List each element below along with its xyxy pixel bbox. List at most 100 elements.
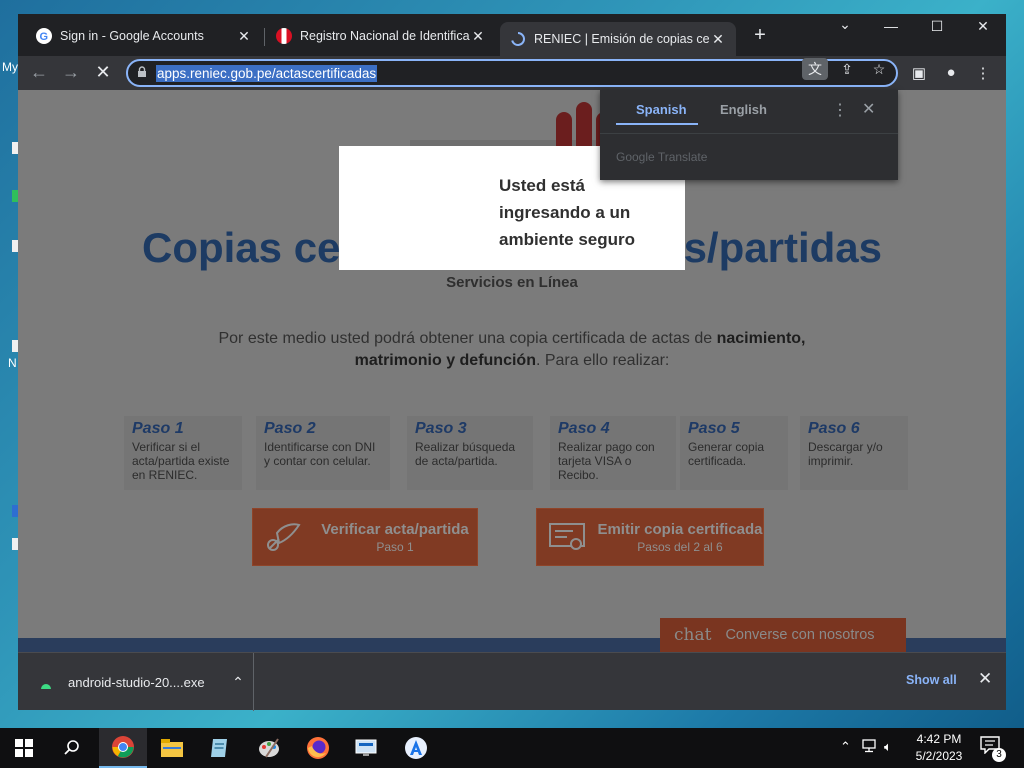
windows-start-icon[interactable] — [0, 728, 48, 768]
side-panel-icon[interactable]: ▣ — [908, 64, 930, 82]
system-clock[interactable]: 4:42 PM 5/2/2023 — [904, 731, 974, 765]
step-card: Paso 2 Identificarse con DNI y contar co… — [256, 416, 390, 490]
close-window-button[interactable]: ✕ — [968, 18, 998, 35]
intro-tail: . Para ello realizar: — [535, 352, 670, 369]
translate-icon[interactable]: 文 — [802, 58, 828, 80]
cta-label: Emitir copia certificada — [597, 520, 763, 538]
tab-separator — [264, 28, 265, 46]
chevron-up-icon[interactable]: ⌃ — [840, 739, 851, 755]
divider — [600, 133, 898, 134]
close-icon[interactable]: ✕ — [470, 28, 486, 45]
emit-certified-copy-button[interactable]: Emitir copia certificada Pasos del 2 al … — [536, 508, 764, 566]
close-icon[interactable]: ✕ — [710, 31, 726, 48]
chat-word: chat — [674, 625, 712, 645]
close-icon[interactable]: ✕ — [236, 28, 252, 45]
close-icon[interactable]: ✕ — [978, 669, 992, 689]
step-title: Paso 2 — [264, 420, 316, 437]
step-desc: Generar copia certificada. — [688, 440, 765, 468]
chrome-icon[interactable] — [99, 728, 147, 768]
bookmark-star-icon[interactable]: ☆ — [866, 58, 892, 80]
tab-title: Registro Nacional de Identificació — [300, 29, 470, 43]
step-card: Paso 4 Realizar pago con tarjeta VISA o … — [550, 416, 676, 490]
search-icon[interactable] — [48, 728, 96, 768]
steps-list: Paso 1 Verificar si el acta/partida exis… — [116, 416, 908, 490]
browser-toolbar: ← → ✕ apps.reniec.gob.pe/actascertificad… — [18, 56, 1006, 90]
volume-icon[interactable]: 🔈︎ — [884, 739, 892, 755]
step-card: Paso 6 Descargar y/o imprimir. — [800, 416, 908, 490]
secure-message: Usted está ingresando a un ambiente segu… — [499, 172, 679, 253]
google-icon: G — [36, 28, 52, 44]
tab-search-chevron-icon[interactable]: ⌄ — [830, 16, 860, 33]
cta-sub: Pasos del 2 al 6 — [637, 539, 723, 554]
maximize-button[interactable]: ☐ — [922, 18, 952, 35]
tab-bar: G Sign in - Google Accounts ✕ Registro N… — [18, 14, 1006, 56]
quill-icon — [253, 508, 313, 566]
secure-line: ingresando a un — [499, 203, 631, 222]
chat-label: Converse con nosotros — [725, 627, 875, 643]
desktop-label-n: N — [8, 356, 17, 370]
page-subtitle: Servicios en Línea — [446, 274, 578, 291]
profile-icon[interactable]: ● — [940, 64, 962, 81]
svg-text:G: G — [40, 31, 49, 42]
paint-icon[interactable] — [245, 728, 293, 768]
new-tab-button[interactable]: + — [750, 24, 770, 47]
back-arrow-icon[interactable]: ← — [28, 62, 50, 83]
forward-arrow-icon[interactable]: → — [60, 62, 82, 83]
notepad-icon[interactable] — [196, 728, 244, 768]
chevron-up-icon[interactable]: ⌃ — [223, 674, 253, 691]
verify-record-button[interactable]: Verificar acta/partida Paso 1 — [252, 508, 478, 566]
android-studio-icon[interactable] — [392, 728, 440, 768]
step-desc: Realizar búsqueda de acta/partida. — [415, 440, 516, 468]
step-card: Paso 1 Verificar si el acta/partida exis… — [124, 416, 242, 490]
chat-button[interactable]: chat Converse con nosotros — [660, 618, 906, 652]
url-text[interactable]: apps.reniec.gob.pe/actascertificadas — [156, 64, 378, 82]
share-icon[interactable]: ⇪ — [834, 58, 860, 80]
minimize-button[interactable]: — — [876, 18, 906, 34]
step-card: Paso 5 Generar copia certificada. — [680, 416, 788, 490]
remote-desktop-icon[interactable] — [342, 728, 390, 768]
clock-date: 5/2/2023 — [915, 749, 963, 763]
google-translate-brand: Google Translate — [616, 150, 708, 164]
android-icon — [40, 677, 52, 689]
clock-time: 4:42 PM — [916, 732, 962, 746]
close-icon[interactable]: ✕ — [862, 99, 875, 119]
tab-registro[interactable]: Registro Nacional de Identificació ✕ — [266, 22, 496, 50]
tab-spanish[interactable]: Spanish — [636, 102, 687, 117]
loading-spinner-icon — [510, 31, 526, 47]
lock-icon[interactable] — [128, 65, 156, 81]
step-title: Paso 6 — [808, 420, 860, 437]
download-item[interactable]: android-studio-20....exe ⌃ — [18, 653, 254, 711]
cta-label: Verificar acta/partida — [321, 520, 469, 538]
stop-loading-icon[interactable]: ✕ — [92, 62, 114, 83]
step-card: Paso 3 Realizar búsqueda de acta/partida… — [407, 416, 533, 490]
step-title: Paso 4 — [558, 420, 610, 437]
downloads-bar: android-studio-20....exe ⌃ Show all ✕ — [18, 652, 1006, 711]
network-icon[interactable] — [862, 739, 878, 756]
more-options-icon[interactable]: ⋮ — [832, 100, 848, 120]
address-bar[interactable]: apps.reniec.gob.pe/actascertificadas — [126, 59, 898, 87]
desktop-label-my: My — [2, 60, 18, 74]
translate-popup: Spanish English ⋮ ✕ Google Translate — [600, 90, 898, 180]
file-explorer-icon[interactable] — [148, 728, 196, 768]
firefox-icon[interactable] — [294, 728, 342, 768]
step-desc: Descargar y/o imprimir. — [808, 440, 883, 468]
step-desc: Realizar pago con tarjeta VISA o Recibo. — [558, 440, 655, 482]
intro-paragraph: Por este medio usted podrá obtener una c… — [208, 328, 816, 372]
step-desc: Verificar si el acta/partida existe en R… — [132, 440, 230, 482]
download-file-name: android-studio-20....exe — [68, 674, 205, 690]
tab-title: Sign in - Google Accounts — [60, 29, 204, 43]
browser-window: G Sign in - Google Accounts ✕ Registro N… — [18, 14, 1006, 711]
step-title: Paso 3 — [415, 420, 467, 437]
secure-line: ambiente seguro — [499, 230, 636, 249]
intro-text: Por este medio usted podrá obtener una c… — [218, 330, 713, 347]
menu-kebab-icon[interactable]: ⋮ — [972, 64, 994, 82]
certificate-icon — [537, 508, 597, 566]
peru-flag-icon — [276, 28, 292, 44]
step-desc: Identificarse con DNI y contar con celul… — [264, 440, 376, 468]
tab-reniec[interactable]: RENIEC | Emisión de copias certifi ✕ — [500, 22, 736, 56]
tab-sign-in[interactable]: G Sign in - Google Accounts ✕ — [26, 22, 262, 50]
tab-english[interactable]: English — [720, 102, 767, 117]
cta-sub: Paso 1 — [376, 539, 414, 554]
tab-title: RENIEC | Emisión de copias certifi — [534, 32, 710, 46]
show-all-button[interactable]: Show all — [906, 673, 957, 687]
